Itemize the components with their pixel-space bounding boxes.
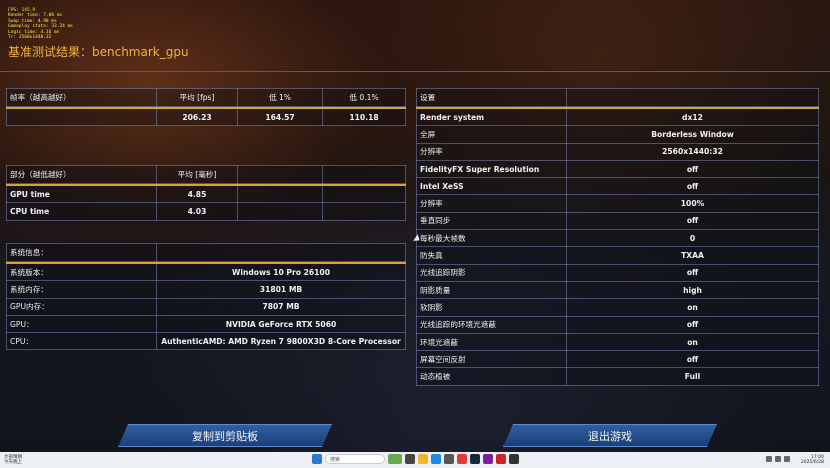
fps-header-label: 帧率（越高越好）	[6, 88, 157, 107]
overlay-line: Tr: 2560x1440:32	[8, 35, 52, 41]
settings-header: 设置	[416, 88, 567, 107]
clock-date: 2025/6/28	[800, 460, 824, 465]
system-info-value: AuthenticAMD: AMD Ryzen 7 9800X3D 8-Core…	[156, 332, 406, 351]
setting-label: 屏幕空间反射	[416, 350, 567, 369]
setting-label: 分辨率	[416, 194, 567, 213]
setting-value: 0	[566, 229, 819, 248]
timing-header-label: 部分（越低越好）	[6, 165, 157, 184]
taskbar-apps: 搜索	[312, 454, 519, 464]
setting-label: 光线追踪阴影	[416, 263, 567, 282]
overlay-line: Gameplay state: 33.24 ms	[8, 24, 74, 30]
setting-label: 分辨率	[416, 142, 567, 161]
app-icon[interactable]	[496, 454, 506, 464]
task-view-icon[interactable]	[405, 454, 415, 464]
setting-value: dx12	[566, 107, 819, 127]
fps-low1-value: 164.57	[237, 107, 323, 127]
setting-value: 100%	[566, 194, 819, 213]
system-tray-icons	[766, 456, 790, 462]
fps-table: 帧率（越高越好） 平均 [fps] 低 1% 低 0.1% 206.23 164…	[6, 88, 406, 127]
timing-label: GPU time	[6, 184, 157, 204]
setting-label: FidelityFX Super Resolution	[416, 159, 567, 179]
system-info-value: Windows 10 Pro 26100	[156, 262, 406, 282]
setting-value: on	[566, 332, 819, 352]
system-info-value: 7807 MB	[156, 297, 406, 316]
timing-table: 部分（越低越好） 平均 [毫秒] GPU time 4.85 CPU time …	[6, 165, 406, 221]
fps-header-avg: 平均 [fps]	[156, 88, 238, 107]
setting-label: Render system	[416, 107, 567, 127]
system-info-header: 系统信息：	[6, 243, 157, 262]
system-info-value: 31801 MB	[156, 280, 406, 299]
system-info-value: NVIDIA GeForce RTX 5060	[156, 314, 406, 334]
system-info-label: GPU内存：	[6, 297, 157, 316]
chevron-up-icon[interactable]	[766, 456, 772, 462]
settings-table: 设置 Render system dx12 全屏 Borderless Window…	[416, 88, 819, 386]
system-info-label: 系统内存：	[6, 280, 157, 299]
setting-value: off	[566, 315, 819, 334]
game-icon[interactable]	[509, 454, 519, 464]
setting-value: Borderless Window	[566, 125, 819, 144]
fps-header-low1: 低 1%	[237, 88, 323, 107]
setting-label: 光线追踪的环境光遮蔽	[416, 315, 567, 334]
timing-label: CPU time	[6, 202, 157, 221]
search-highlight-icon	[388, 454, 402, 464]
app-icon[interactable]	[483, 454, 493, 464]
clock[interactable]: 17:00 2025/6/28	[801, 455, 824, 465]
fps-row-label	[6, 107, 157, 127]
fps-header-low01: 低 0.1%	[322, 88, 406, 107]
edge-icon[interactable]	[431, 454, 441, 464]
taskbar-search[interactable]: 搜索	[325, 454, 385, 464]
setting-label: 垂直同步	[416, 211, 567, 231]
setting-label: 环境光遮蔽	[416, 332, 567, 352]
copy-to-clipboard-button[interactable]: 复制到剪贴板	[118, 424, 332, 447]
network-icon[interactable]	[775, 456, 781, 462]
start-icon[interactable]	[312, 454, 322, 464]
steam-icon[interactable]	[470, 454, 480, 464]
timing-value: 4.03	[156, 202, 238, 221]
system-info-table: 系统信息： 系统版本： Windows 10 Pro 26100 系统内存： 3…	[6, 243, 406, 351]
system-info-label: 系统版本：	[6, 262, 157, 282]
weather-line: 今天晚上	[4, 460, 22, 465]
setting-label: 软阴影	[416, 298, 567, 317]
exit-game-button[interactable]: 退出游戏	[503, 424, 717, 447]
perf-overlay: FPS: 145.9 Render time: 7.06 ms Swap tim…	[8, 8, 73, 40]
setting-value: off	[566, 350, 819, 369]
system-info-label: GPU：	[6, 314, 157, 334]
setting-value: 2560x1440:32	[566, 142, 819, 161]
setting-value: off	[566, 263, 819, 282]
setting-value: off	[566, 159, 819, 179]
setting-value: off	[566, 177, 819, 196]
app-icon[interactable]	[457, 454, 467, 464]
weather-widget[interactable]: 大部晴朗 今天晚上	[4, 455, 22, 465]
setting-label: 防失真	[416, 246, 567, 265]
setting-label: Intel XeSS	[416, 177, 567, 196]
taskbar: 大部晴朗 今天晚上 搜索 17:00 2025/6/28	[0, 452, 830, 468]
volume-icon[interactable]	[784, 456, 790, 462]
timing-value: 4.85	[156, 184, 238, 204]
setting-label: 每秒最大帧数	[416, 229, 567, 248]
setting-value: Full	[566, 367, 819, 386]
setting-value: on	[566, 298, 819, 317]
file-explorer-icon[interactable]	[418, 454, 428, 464]
fps-avg-value: 206.23	[156, 107, 238, 127]
setting-value: off	[566, 211, 819, 231]
system-info-label: CPU：	[6, 332, 157, 351]
setting-label: 全屏	[416, 125, 567, 144]
divider	[0, 71, 830, 72]
fps-low01-value: 110.18	[322, 107, 406, 127]
setting-value: TXAA	[566, 246, 819, 265]
timing-header-avg: 平均 [毫秒]	[156, 165, 238, 184]
setting-value: high	[566, 280, 819, 300]
game-screen: FPS: 145.9 Render time: 7.06 ms Swap tim…	[0, 0, 830, 452]
page-title: 基准测试结果：benchmark_gpu	[8, 45, 189, 59]
setting-label: 阴影质量	[416, 280, 567, 300]
app-icon[interactable]	[444, 454, 454, 464]
setting-label: 动态植被	[416, 367, 567, 386]
